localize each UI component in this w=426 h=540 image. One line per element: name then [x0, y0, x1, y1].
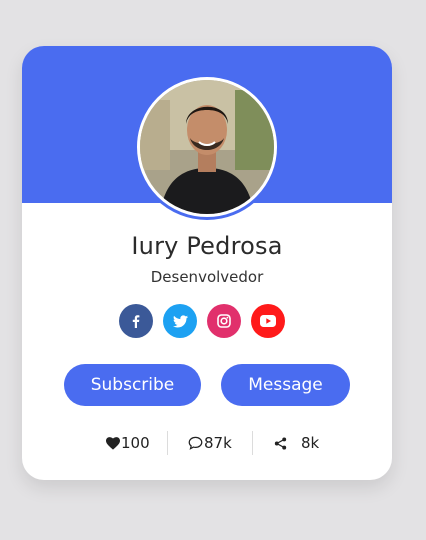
heart-icon — [106, 436, 120, 450]
instagram-link[interactable] — [207, 304, 241, 338]
shares-count: 8k — [301, 434, 320, 452]
youtube-link[interactable] — [251, 304, 285, 338]
profile-role: Desenvolvedor — [150, 268, 264, 286]
avatar-photo — [140, 80, 274, 214]
twitter-icon — [172, 314, 188, 327]
youtube-icon — [260, 315, 276, 327]
profile-name: Iury Pedrosa — [131, 232, 283, 260]
stats-bar: 100 87k 8k — [92, 430, 342, 456]
twitter-link[interactable] — [163, 304, 197, 338]
comment-icon — [188, 436, 203, 450]
stats-divider — [252, 431, 253, 455]
message-button[interactable]: Message — [221, 364, 350, 406]
likes-stat[interactable]: 100 — [106, 430, 150, 456]
avatar — [134, 74, 280, 220]
comments-count: 87k — [204, 434, 232, 452]
facebook-link[interactable] — [119, 304, 153, 338]
share-stat[interactable]: 8k — [274, 430, 319, 456]
likes-count: 100 — [121, 434, 150, 452]
instagram-icon — [217, 314, 231, 328]
share-icon — [274, 436, 287, 450]
profile-card: Iury Pedrosa Desenvolvedor Subscribe Mes… — [22, 46, 392, 480]
stats-divider — [167, 431, 168, 455]
social-links — [119, 304, 289, 340]
subscribe-button[interactable]: Subscribe — [64, 364, 201, 406]
facebook-icon — [132, 315, 140, 328]
comments-stat[interactable]: 87k — [188, 430, 232, 456]
